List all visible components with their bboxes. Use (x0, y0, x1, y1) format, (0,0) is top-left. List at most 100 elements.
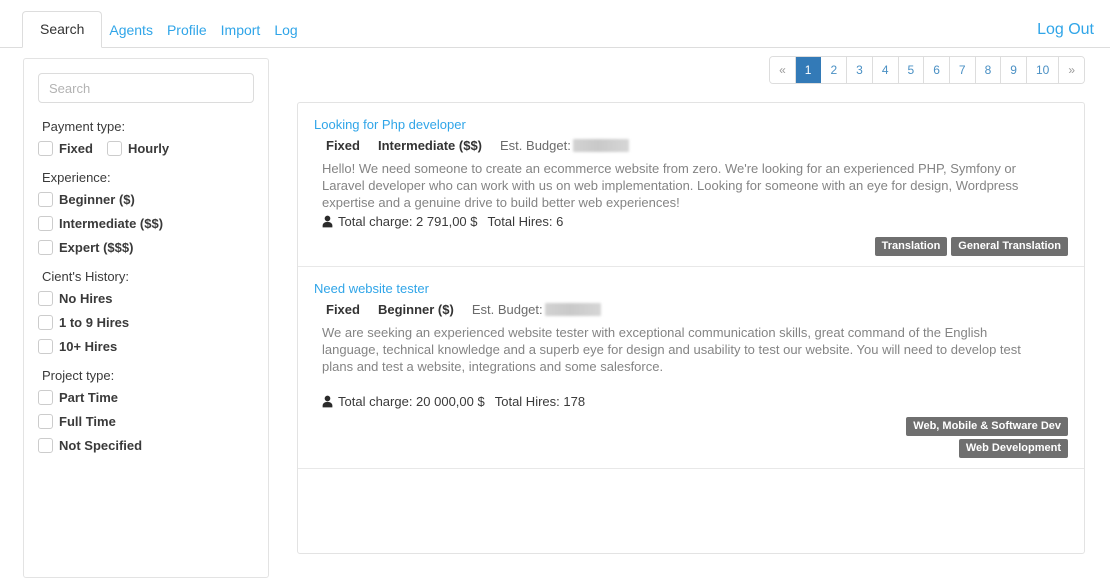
filter-options-row: Fixed Hourly (38, 141, 254, 156)
pagination-page-10[interactable]: 10 (1026, 57, 1060, 83)
filter-group-payment-type: Payment type: Fixed Hourly (38, 119, 254, 156)
checkbox-icon[interactable] (38, 192, 53, 207)
pagination-page-7[interactable]: 7 (949, 57, 976, 83)
tab-import[interactable]: Import (214, 16, 268, 44)
filter-option-label: Not Specified (59, 438, 143, 453)
checkbox-icon[interactable] (38, 240, 53, 255)
job-stats: Total charge: 2 791,00 $ Total Hires: 6 (322, 214, 1068, 229)
pagination: « 1 2 3 4 5 6 7 8 9 10 » (769, 56, 1085, 84)
job-total-hires: Total Hires: 6 (487, 214, 564, 229)
pagination-page-4[interactable]: 4 (872, 57, 899, 83)
filter-option-10-plus-hires[interactable]: 10+ Hires (38, 339, 254, 354)
filter-option-label: Hourly (127, 141, 170, 156)
filter-option-part-time[interactable]: Part Time (38, 390, 254, 405)
job-tag-row: Translation General Translation (874, 237, 1068, 256)
top-navbar: Search Agents Profile Import Log Log Out (0, 0, 1110, 48)
filters-sidebar: Payment type: Fixed Hourly Experience: B… (23, 58, 269, 578)
filter-option-no-hires[interactable]: No Hires (38, 291, 254, 306)
job-title-link[interactable]: Looking for Php developer (314, 117, 466, 132)
job-meta: Fixed Intermediate ($$) Est. Budget: (326, 138, 1068, 153)
job-budget-label: Est. Budget: (500, 138, 571, 153)
filter-group-project-type: Project type: Part Time Full Time Not Sp… (38, 368, 254, 453)
job-total-charge: Total charge: 2 791,00 $ (338, 214, 478, 229)
job-description: We are seeking an experienced website te… (322, 325, 1021, 374)
nav-tabs-secondary: Agents Profile Import Log (102, 16, 304, 48)
tab-log[interactable]: Log (267, 16, 304, 44)
job-tags: Translation General Translation (314, 237, 1068, 256)
pagination-page-8[interactable]: 8 (975, 57, 1002, 83)
checkbox-icon[interactable] (38, 339, 53, 354)
user-icon (322, 395, 333, 408)
filter-group-clients-history: Cient's History: No Hires 1 to 9 Hires 1… (38, 269, 254, 354)
pagination-page-3[interactable]: 3 (847, 57, 873, 83)
checkbox-icon[interactable] (38, 414, 53, 429)
nav-tabs: Search Agents Profile Import Log (22, 11, 305, 48)
checkbox-icon[interactable] (38, 390, 53, 405)
filter-group-title: Cient's History: (42, 269, 130, 284)
pagination-page-2[interactable]: 2 (821, 57, 848, 83)
checkbox-icon[interactable] (38, 315, 53, 330)
filter-option-1-to-9-hires[interactable]: 1 to 9 Hires (38, 315, 254, 330)
job-total-hires: Total Hires: 178 (494, 394, 586, 409)
pagination-prev[interactable]: « (770, 57, 796, 83)
checkbox-icon[interactable] (38, 438, 53, 453)
filter-group-title: Experience: (42, 170, 111, 185)
filter-option-hourly[interactable]: Hourly (106, 141, 170, 156)
pagination-page-6[interactable]: 6 (924, 57, 950, 83)
job-tag-row: Web, Mobile & Software Dev (906, 417, 1068, 436)
pagination-next[interactable]: » (1059, 57, 1084, 83)
job-results-list: Looking for Php developer Fixed Intermed… (297, 102, 1085, 554)
job-tag-row: Web Development (958, 439, 1068, 458)
job-card[interactable]: Looking for Php developer Fixed Intermed… (298, 103, 1084, 267)
search-input[interactable] (38, 73, 254, 103)
checkbox-icon[interactable] (38, 216, 53, 231)
job-tags: Web, Mobile & Software Dev Web Developme… (314, 417, 1068, 458)
job-total-charge: Total charge: 20 000,00 $ (338, 394, 485, 409)
job-tag[interactable]: Web Development (958, 439, 1068, 458)
tab-profile[interactable]: Profile (160, 16, 214, 44)
job-experience-level: Intermediate ($$) (377, 138, 483, 153)
job-meta: Fixed Beginner ($) Est. Budget: (326, 302, 1068, 317)
filter-option-label: Part Time (59, 390, 119, 405)
filter-group-experience: Experience: Beginner ($) Intermediate ($… (38, 170, 254, 255)
filter-group-title: Project type: (42, 368, 115, 383)
job-budget-redacted (544, 303, 601, 316)
pagination-page-1[interactable]: 1 (795, 57, 822, 83)
tab-search[interactable]: Search (22, 11, 103, 48)
job-experience-level: Beginner ($) (377, 302, 454, 317)
job-tag[interactable]: Web, Mobile & Software Dev (906, 417, 1068, 436)
results-column: « 1 2 3 4 5 6 7 8 9 10 » Looking for Php… (297, 56, 1085, 554)
page-content: Payment type: Fixed Hourly Experience: B… (0, 48, 1110, 578)
filter-option-intermediate[interactable]: Intermediate ($$) (38, 216, 254, 231)
job-card[interactable]: Need website tester Fixed Beginner ($) E… (298, 267, 1084, 469)
checkbox-icon[interactable] (106, 141, 122, 156)
filter-option-expert[interactable]: Expert ($$$) (38, 240, 254, 255)
job-description: Hello! We need someone to create an ecom… (322, 161, 1019, 210)
job-card[interactable] (298, 469, 1084, 553)
job-tag[interactable]: General Translation (951, 237, 1068, 256)
job-budget-label: Est. Budget: (471, 302, 543, 317)
job-tag[interactable]: Translation (874, 237, 948, 256)
pagination-page-5[interactable]: 5 (898, 57, 925, 83)
filter-option-label: Intermediate ($$) (59, 216, 164, 231)
user-icon (322, 215, 333, 228)
job-stats: Total charge: 20 000,00 $ Total Hires: 1… (322, 394, 1068, 409)
filter-option-label: 1 to 9 Hires (59, 315, 130, 330)
filter-option-label: Expert ($$$) (59, 240, 134, 255)
logout-link[interactable]: Log Out (1037, 21, 1094, 39)
checkbox-icon[interactable] (38, 141, 53, 156)
pagination-page-9[interactable]: 9 (1001, 57, 1027, 83)
filter-option-label: Full Time (59, 414, 116, 429)
filter-option-fixed[interactable]: Fixed (38, 141, 93, 156)
filter-option-not-specified[interactable]: Not Specified (38, 438, 254, 453)
filter-option-label: 10+ Hires (59, 339, 118, 354)
tab-agents[interactable]: Agents (102, 16, 160, 44)
filter-option-beginner[interactable]: Beginner ($) (38, 192, 254, 207)
filter-option-label: No Hires (59, 291, 113, 306)
job-payment-type: Fixed (326, 302, 360, 317)
filter-option-label: Fixed (59, 141, 93, 156)
filter-option-full-time[interactable]: Full Time (38, 414, 254, 429)
filter-option-label: Beginner ($) (59, 192, 135, 207)
job-title-link[interactable]: Need website tester (314, 281, 429, 296)
checkbox-icon[interactable] (38, 291, 53, 306)
